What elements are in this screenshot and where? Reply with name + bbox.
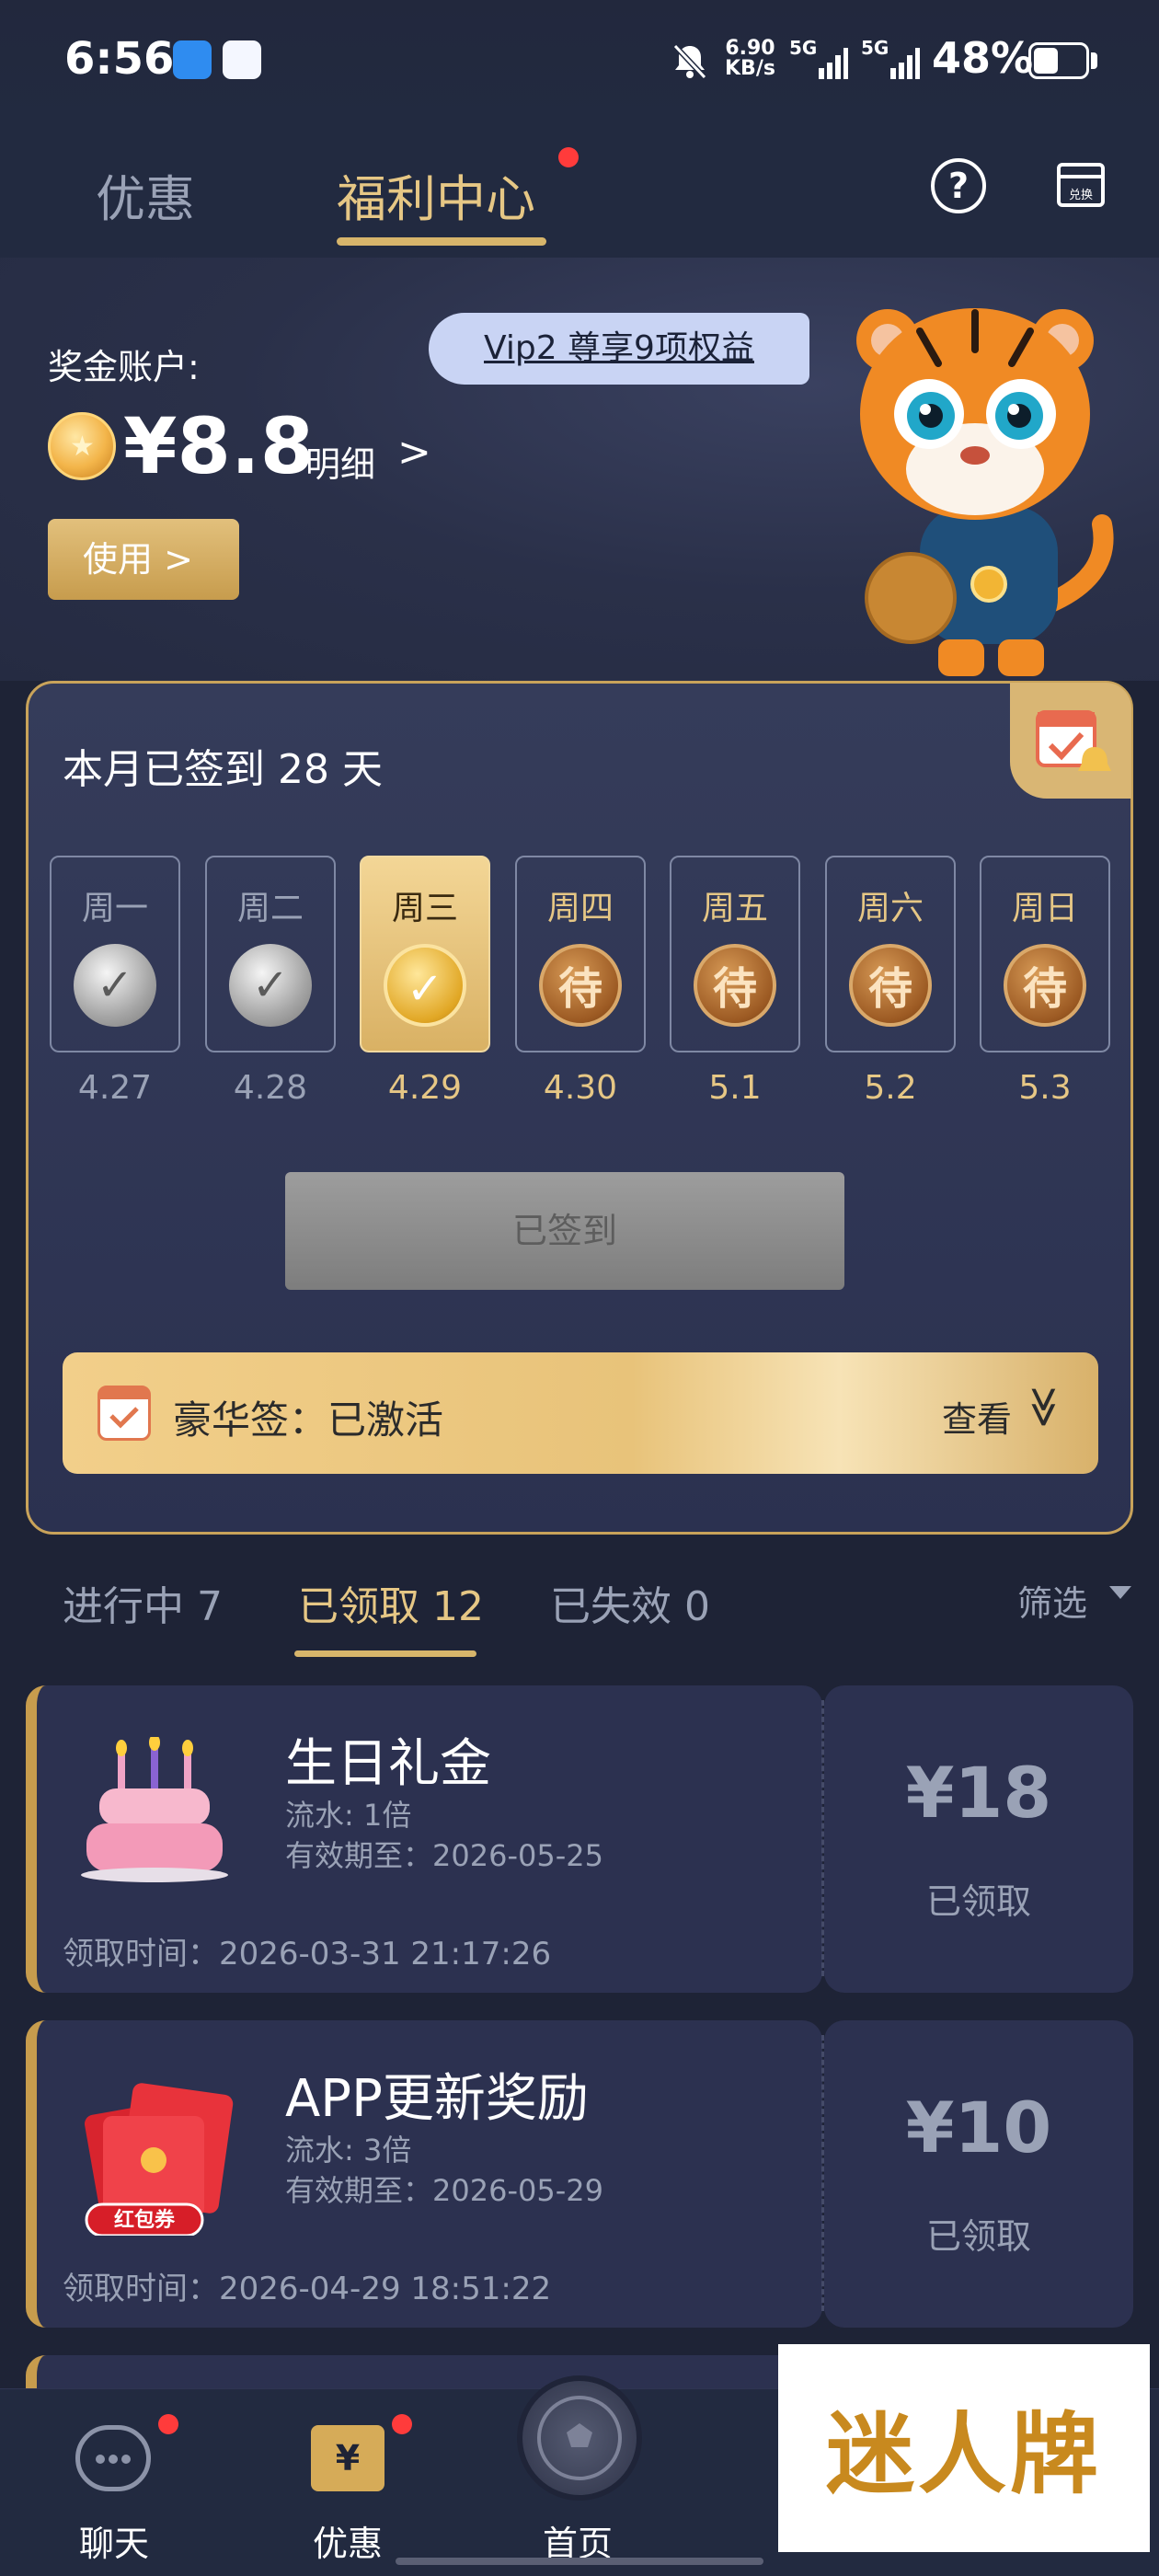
net-speed-unit: KB/s [725, 57, 775, 80]
nav-promo[interactable]: 优惠 [313, 2515, 383, 2566]
notification-dot [392, 2414, 412, 2434]
calendar-bell-icon[interactable] [1010, 683, 1131, 799]
reward-amount: ¥18 [905, 1752, 1052, 1834]
tab-promo[interactable]: 优惠 [96, 158, 195, 231]
balance-amount: ¥8.8 [123, 401, 315, 491]
svg-text:兑换: 兑换 [1069, 189, 1093, 202]
check-badge-icon: ✓ [74, 944, 156, 1027]
signin-day-name: 周一 [81, 890, 148, 927]
signin-day-name: 周六 [856, 890, 924, 927]
reward-valid-until: 有效期至：2026-05-25 [285, 1838, 603, 1873]
svg-text:红包券: 红包券 [114, 2208, 176, 2232]
watermark-text: 迷人牌 [826, 2402, 1102, 2506]
reward-amount: ¥10 [905, 2087, 1052, 2168]
reward-turnover: 流水: 3倍 [285, 2133, 412, 2168]
reward-title: APP更新奖励 [285, 2069, 589, 2129]
help-icon[interactable]: ? [931, 158, 986, 213]
dashed-divider [821, 2035, 824, 2311]
reward-valid-until: 有效期至：2026-05-29 [285, 2173, 603, 2208]
signin-day-name: 周四 [546, 890, 614, 927]
use-button[interactable]: 使用 > [48, 519, 239, 600]
reward-state: 已领取 [925, 2216, 1031, 2257]
mute-bell-icon [672, 43, 707, 80]
battery-icon [1028, 42, 1089, 79]
redeem-icon[interactable]: 兑换 [1056, 162, 1106, 208]
check-badge-icon: ✓ [229, 944, 312, 1027]
active-filter-indicator [294, 1650, 476, 1657]
signin-title: 本月已签到 28 天 [63, 746, 383, 793]
check-badge-icon: ✓ [384, 944, 466, 1027]
red-envelope-icon: 红包券 [85, 2083, 234, 2236]
chat-icon[interactable] [75, 2425, 151, 2491]
signin-day-name: 周二 [236, 890, 304, 927]
notification-dot [158, 2414, 178, 2434]
vip-benefits-badge[interactable]: Vip2 尊享9项权益 [429, 313, 809, 385]
signin-day-date: 4.28 [233, 1069, 308, 1107]
yen-glyph: ¥ [335, 2438, 361, 2478]
coin-star-icon: ★ [70, 431, 95, 463]
football-home-icon[interactable] [517, 2375, 642, 2501]
dropdown-triangle-icon[interactable] [1109, 1586, 1131, 1599]
reward-turnover: 流水: 1倍 [285, 1798, 412, 1833]
bonus-account-label: 奖金账户: [48, 347, 200, 387]
signed-in-button[interactable]: 已签到 [285, 1172, 844, 1290]
signin-day-name: 周日 [1011, 890, 1078, 927]
signin-day-date: 4.29 [387, 1069, 463, 1107]
signin-day-name: 周三 [391, 890, 458, 927]
signin-day-name: 周五 [701, 890, 768, 927]
reward-state: 已领取 [925, 1881, 1031, 1922]
net-speed-value: 6.90 [725, 37, 775, 60]
battery-percent: 48% [932, 33, 1034, 83]
signin-day-date: 5.2 [864, 1069, 917, 1107]
wallet-yen-icon[interactable]: ¥ [311, 2425, 384, 2491]
reward-amount-panel [824, 1685, 1133, 1993]
hotspot-app-icon [173, 40, 212, 79]
reward-title: 生日礼金 [285, 1734, 491, 1794]
tab-received[interactable]: 已领取 12 [298, 1573, 484, 1632]
signin-day-date: 4.27 [77, 1069, 153, 1107]
birthday-cake-icon [81, 1737, 228, 1882]
tiger-mascot-icon [856, 308, 1114, 676]
reward-amount-panel [824, 2020, 1133, 2328]
chevron-right-icon[interactable]: > [397, 429, 431, 476]
battery-cap [1091, 52, 1097, 69]
pending-badge-icon: 待 [1004, 944, 1086, 1027]
pending-badge-icon: 待 [694, 944, 776, 1027]
status-time: 6:56 [64, 33, 175, 85]
tab-welfare-center[interactable]: 福利中心 [337, 158, 535, 231]
filter-button[interactable]: 筛选 [1017, 1575, 1087, 1626]
calendar-check-icon [98, 1386, 151, 1441]
bluetooth-app-icon [223, 40, 261, 79]
pending-badge-icon: 待 [539, 944, 622, 1027]
luxury-signin-status: 豪华签：已激活 [173, 1397, 444, 1443]
active-tab-indicator [337, 237, 546, 246]
home-indicator [396, 2558, 763, 2565]
notification-dot [558, 147, 579, 167]
net-speed: 6.90 KB/s [725, 39, 775, 79]
signin-day-date: 5.3 [1018, 1069, 1072, 1107]
tab-in-progress[interactable]: 进行中 7 [63, 1573, 223, 1632]
signin-day-date: 4.30 [543, 1069, 618, 1107]
luxury-view-link[interactable]: 查看 [942, 1391, 1012, 1442]
calendar-icon [1036, 710, 1111, 771]
pending-badge-icon: 待 [849, 944, 932, 1027]
tab-expired[interactable]: 已失效 0 [550, 1573, 710, 1632]
signal-bars-icon [890, 48, 920, 79]
signin-day-date: 5.1 [708, 1069, 762, 1107]
double-chevron-down-icon[interactable]: ≫ [1021, 1386, 1068, 1428]
detail-link[interactable]: 明细 [305, 436, 375, 487]
reward-received-time: 领取时间：2026-03-31 21:17:26 [63, 1936, 552, 1972]
nav-chat[interactable]: 聊天 [79, 2515, 149, 2566]
dashed-divider [821, 1700, 824, 1976]
signal-bars-icon [819, 48, 848, 79]
reward-received-time: 领取时间：2026-04-29 18:51:22 [63, 2271, 552, 2307]
